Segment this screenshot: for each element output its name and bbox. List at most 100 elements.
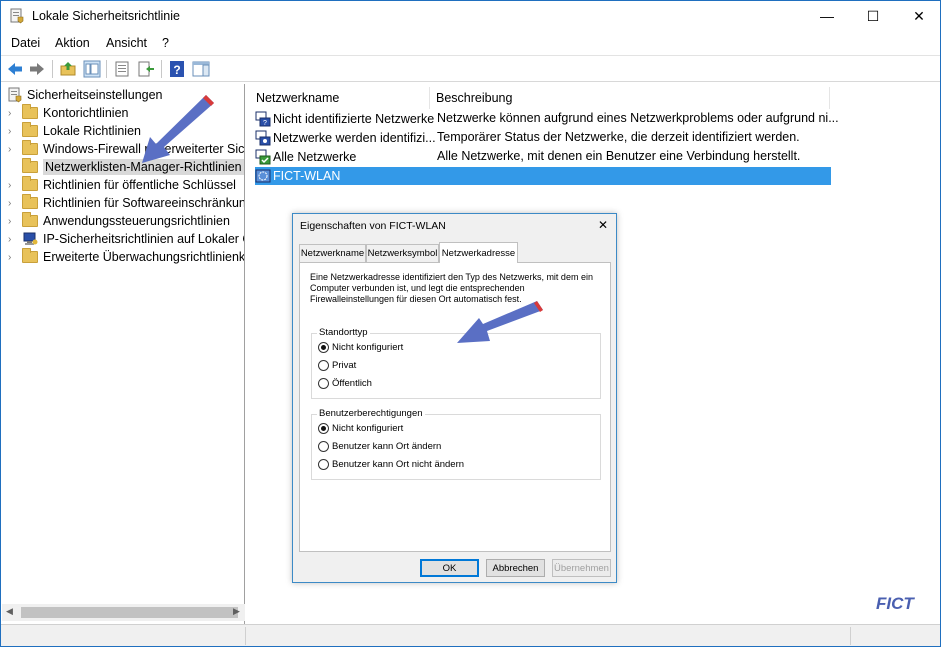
watermark-logo: FICT [876,594,914,613]
tab-netzwerkadresse[interactable]: Netzwerkadresse [439,242,518,263]
menu-ansicht[interactable]: Ansicht [106,36,147,50]
radio-checked-icon[interactable] [318,423,329,434]
chevron-right-icon[interactable]: › [8,252,22,263]
toolbar-separator [106,60,107,78]
chevron-right-icon[interactable]: › [8,108,22,119]
radio-standort-oeffentlich[interactable]: Öffentlich [318,378,372,389]
cancel-button[interactable]: Abbrechen [486,559,545,577]
tab-netzwerksymbol[interactable]: Netzwerksymbol [366,244,439,262]
network-wlan-icon [255,169,271,183]
toolbar-separator [161,60,162,78]
network-all-icon [255,149,271,165]
folder-icon [22,158,38,173]
app-window: Lokale Sicherheitsrichtlinie — ☐ ✕ Datei… [0,0,941,647]
show-hide-tree-icon[interactable] [83,60,101,78]
ok-button[interactable]: OK [420,559,479,577]
properties-icon[interactable] [113,60,131,78]
radio-benutzer-nicht-konfiguriert[interactable]: Nicht konfiguriert [318,423,403,434]
chevron-right-icon[interactable]: › [8,234,22,245]
chevron-right-icon[interactable]: › [8,198,22,209]
security-settings-icon [8,87,22,103]
tree-item-oeffentliche-schluessel[interactable]: › Richtlinien für öffentliche Schlüssel [8,176,236,194]
folder-icon [22,122,38,137]
radio-benutzer-kann-nicht-aendern[interactable]: Benutzer kann Ort nicht ändern [318,459,464,470]
tree-item-label: IP-Sicherheitsrichtlinien auf Lokaler C [43,232,245,246]
list-row[interactable]: Alle Netzwerke [255,148,356,166]
properties-dialog: Eigenschaften von FICT-WLAN ✕ Netzwerkna… [292,213,617,583]
menu-datei[interactable]: Datei [11,36,40,50]
help-icon[interactable]: ? [168,60,186,78]
tree-item-kontorichtlinien[interactable]: › Kontorichtlinien [8,104,128,122]
scrollbar-thumb[interactable] [21,607,238,618]
radio-standort-nicht-konfiguriert[interactable]: Nicht konfiguriert [318,342,403,353]
radio-label: Benutzer kann Ort nicht ändern [332,459,465,470]
row-name: Nicht identifizierte Netzwerke [273,112,435,126]
radio-label: Benutzer kann Ort ändern [332,441,442,452]
radio-unchecked-icon[interactable] [318,378,329,389]
chevron-right-icon[interactable]: › [8,216,22,227]
tree-item-softwareeinschraenkung[interactable]: › Richtlinien für Softwareeinschränkung [8,194,244,212]
tab-netzwerkname[interactable]: Netzwerkname [299,244,366,262]
radio-standort-privat[interactable]: Privat [318,360,356,371]
radio-label: Nicht konfiguriert [332,342,404,353]
radio-unchecked-icon[interactable] [318,360,329,371]
tree-item-label: Anwendungssteuerungsrichtlinien [43,214,230,228]
ip-security-icon [23,232,38,245]
tree-item-ip-sicherheit[interactable]: › IP-Sicherheitsrichtlinien auf Lokaler … [8,230,245,248]
dialog-title: Eigenschaften von FICT-WLAN [300,220,446,232]
minimize-button[interactable]: — [804,1,850,31]
title-bar: Lokale Sicherheitsrichtlinie — ☐ ✕ [1,1,940,31]
row-description: Alle Netzwerke, mit denen ein Benutzer e… [437,149,801,163]
folder-icon [22,212,38,227]
dialog-close-button[interactable]: ✕ [598,218,608,232]
status-divider [245,627,246,645]
status-divider [850,627,851,645]
row-name: Alle Netzwerke [273,150,357,164]
annotation-arrow-icon [142,95,214,163]
radio-label: Öffentlich [332,378,372,389]
network-unknown-icon: ? [255,111,271,127]
column-header-netzwerkname[interactable]: Netzwerkname [250,87,430,109]
row-name: FICT-WLAN [273,169,341,183]
close-button[interactable]: ✕ [896,1,941,31]
back-icon[interactable] [6,60,24,78]
annotation-arrow-icon [457,301,543,343]
standorttyp-label: Standorttyp [317,327,370,338]
column-header-beschreibung[interactable]: Beschreibung [430,87,830,109]
tree-item-lokale-richtlinien[interactable]: › Lokale Richtlinien [8,122,141,140]
benutzerberechtigungen-label: Benutzerberechtigungen [317,408,425,419]
tree-item-label: Richtlinien für öffentliche Schlüssel [43,178,236,192]
scroll-right-icon[interactable]: ▶ [233,606,240,617]
maximize-button[interactable]: ☐ [850,1,896,31]
radio-checked-icon[interactable] [318,342,329,353]
benutzerberechtigungen-group: Benutzerberechtigungen Nicht konfigurier… [311,408,601,480]
tree-item-label: Kontorichtlinien [43,106,129,120]
tree-item-label: Erweiterte Überwachungsrichtlinienko [43,250,245,264]
radio-unchecked-icon[interactable] [318,459,329,470]
apply-button[interactable]: Übernehmen [552,559,611,577]
row-description: Temporärer Status der Netzwerke, die der… [437,130,800,144]
radio-unchecked-icon[interactable] [318,441,329,452]
menu-aktion[interactable]: Aktion [55,36,90,50]
list-row-selected[interactable]: FICT-WLAN [255,167,831,185]
list-row[interactable]: ? Nicht identifizierte Netzwerke [255,110,434,128]
chevron-right-icon[interactable]: › [8,126,22,137]
tree-item-anwendungssteuerung[interactable]: › Anwendungssteuerungsrichtlinien [8,212,230,230]
tree-item-erweiterte-ueberwachung[interactable]: › Erweiterte Überwachungsrichtlinienko [8,248,245,266]
status-bar [1,624,940,646]
scroll-left-icon[interactable]: ◀ [6,606,13,617]
window-title: Lokale Sicherheitsrichtlinie [32,9,180,23]
radio-benutzer-kann-aendern[interactable]: Benutzer kann Ort ändern [318,441,441,452]
folder-icon [22,248,38,263]
up-folder-icon[interactable] [59,60,77,78]
chevron-right-icon[interactable]: › [8,144,22,155]
action-pane-icon[interactable] [192,60,210,78]
svg-text:?: ? [263,120,267,127]
security-policy-icon [10,8,24,24]
export-list-icon[interactable] [137,60,155,78]
tree-horizontal-scrollbar[interactable]: ◀ ▶ [2,604,245,621]
list-row[interactable]: Netzwerke werden identifizi... [255,129,436,147]
forward-icon[interactable] [28,60,46,78]
chevron-right-icon[interactable]: › [8,180,22,191]
menu-help[interactable]: ? [162,36,169,50]
